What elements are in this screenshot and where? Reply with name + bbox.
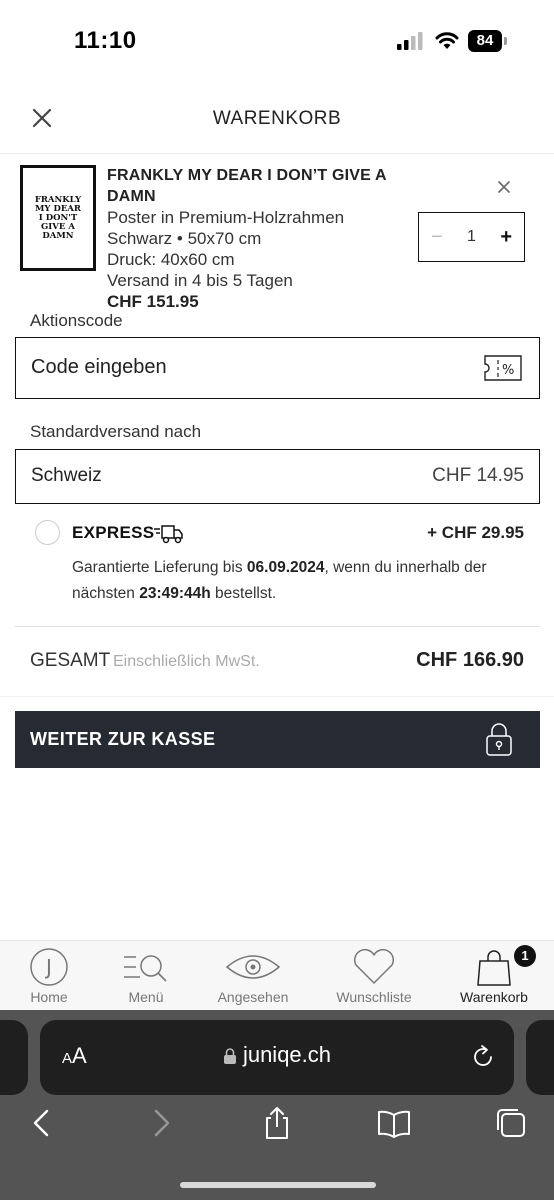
express-truck-icon: [154, 525, 183, 544]
cart-item-info: FRANKLY MY DEAR I DON’T GIVE A DAMN Post…: [107, 165, 437, 312]
nav-menu[interactable]: Menü: [110, 941, 182, 1011]
item-price: CHF 151.95: [107, 292, 199, 311]
nav-wishlist[interactable]: Wunschliste: [328, 941, 420, 1011]
next-tab-peek[interactable]: [526, 1020, 554, 1095]
back-icon[interactable]: [24, 1105, 60, 1141]
nav-viewed[interactable]: Angesehen: [208, 941, 298, 1011]
quantity-increase-button[interactable]: +: [500, 226, 512, 249]
coupon-percent: %: [502, 363, 514, 378]
url-text: juniqe.ch: [242, 1042, 332, 1067]
total-value: CHF 166.90: [416, 649, 524, 671]
express-countdown: 23:49:44h: [139, 585, 211, 602]
url-display[interactable]: juniqe.ch: [40, 1042, 514, 1068]
promo-code-field[interactable]: Code eingeben %: [15, 337, 540, 399]
home-indicator: [180, 1182, 376, 1188]
shipping-country-select[interactable]: Schweiz CHF 14.95: [15, 449, 540, 504]
item-name[interactable]: FRANKLY MY DEAR I DON’T GIVE A DAMN: [107, 165, 437, 207]
product-thumbnail[interactable]: FRANKLY MY DEAR I DON'T GIVE A DAMN: [20, 165, 96, 271]
coupon-icon: %: [484, 355, 522, 381]
nav-home[interactable]: J Home: [14, 941, 84, 1011]
divider: [15, 626, 540, 627]
quantity-decrease-button[interactable]: −: [431, 226, 443, 249]
bottom-navigation: J Home Menü Angesehen Wunschliste 1 Ware…: [0, 940, 554, 1010]
eye-icon: [225, 955, 281, 979]
tabs-icon[interactable]: [493, 1105, 529, 1141]
status-time: 11:10: [74, 27, 137, 54]
nav-wishlist-label: Wunschliste: [336, 989, 412, 1005]
menu-search-icon: [124, 955, 167, 982]
quantity-value: 1: [467, 228, 476, 245]
divider: [0, 696, 554, 697]
page-title: WARENKORB: [212, 108, 342, 129]
item-print-size: Druck: 40x60 cm: [107, 250, 235, 269]
home-logo-icon: J: [30, 948, 68, 986]
battery-cap: [504, 37, 507, 45]
status-bar: 11:10 84: [0, 0, 554, 80]
express-delivery-text: Garantierte Lieferung bis 06.09.2024, we…: [72, 555, 522, 607]
express-date: 06.09.2024: [246, 559, 325, 576]
home-logo-letter: J: [44, 955, 52, 979]
shipping-country: Schweiz: [31, 465, 102, 486]
forward-icon[interactable]: [143, 1105, 179, 1141]
thumbnail-poster-text: FRANKLY MY DEAR I DON'T GIVE A DAMN: [35, 195, 81, 241]
promo-code-input[interactable]: Code eingeben: [31, 356, 167, 379]
shopping-bag-icon: [477, 950, 511, 986]
express-radio[interactable]: [35, 520, 60, 545]
shipping-price: CHF 14.95: [432, 465, 524, 486]
promo-code-label: Aktionscode: [30, 311, 123, 330]
reload-icon[interactable]: [470, 1044, 496, 1070]
battery-icon: 84: [468, 30, 508, 52]
thumbnail-line: DAMN: [42, 230, 74, 241]
nav-cart-label: Warenkorb: [460, 989, 528, 1005]
express-label[interactable]: EXPRESS: [72, 523, 154, 543]
checkout-label: WEITER ZUR KASSE: [30, 729, 216, 749]
address-bar[interactable]: AA juniqe.ch: [40, 1020, 514, 1095]
heart-icon: [353, 949, 395, 984]
battery-level: 84: [468, 30, 502, 52]
browser-toolbar: AA juniqe.ch: [0, 1010, 554, 1200]
item-variant: Schwarz • 50x70 cm: [107, 229, 262, 248]
cellular-signal-icon: [397, 32, 423, 50]
nav-cart[interactable]: 1 Warenkorb: [452, 941, 536, 1011]
lock-icon: [486, 723, 512, 756]
item-product-type: Poster in Premium-Holzrahmen: [107, 208, 345, 227]
remove-item-icon[interactable]: [495, 178, 513, 196]
quantity-stepper: − 1 +: [418, 212, 525, 262]
cart-header: WARENKORB: [0, 80, 554, 154]
total-label: GESAMT: [30, 650, 111, 671]
secure-lock-icon: [223, 1048, 236, 1065]
previous-tab-peek[interactable]: [0, 1020, 28, 1095]
express-text-part: bestellst.: [210, 585, 277, 602]
item-shipping-time: Versand in 4 bis 5 Tagen: [107, 271, 293, 290]
nav-viewed-label: Angesehen: [217, 989, 289, 1005]
total-vat-note: Einschließlich MwSt.: [113, 653, 260, 670]
bookmarks-icon[interactable]: [376, 1105, 412, 1141]
wifi-icon: [435, 32, 459, 49]
nav-menu-label: Menü: [128, 989, 164, 1005]
nav-home-label: Home: [30, 989, 68, 1005]
express-text-part: Garantierte Lieferung bis: [72, 559, 247, 576]
cart-count-badge: 1: [514, 945, 536, 967]
express-price: + CHF 29.95: [427, 523, 524, 542]
shipping-label: Standardversand nach: [30, 422, 202, 441]
checkout-button[interactable]: WEITER ZUR KASSE: [15, 711, 540, 768]
share-icon[interactable]: [259, 1105, 295, 1141]
